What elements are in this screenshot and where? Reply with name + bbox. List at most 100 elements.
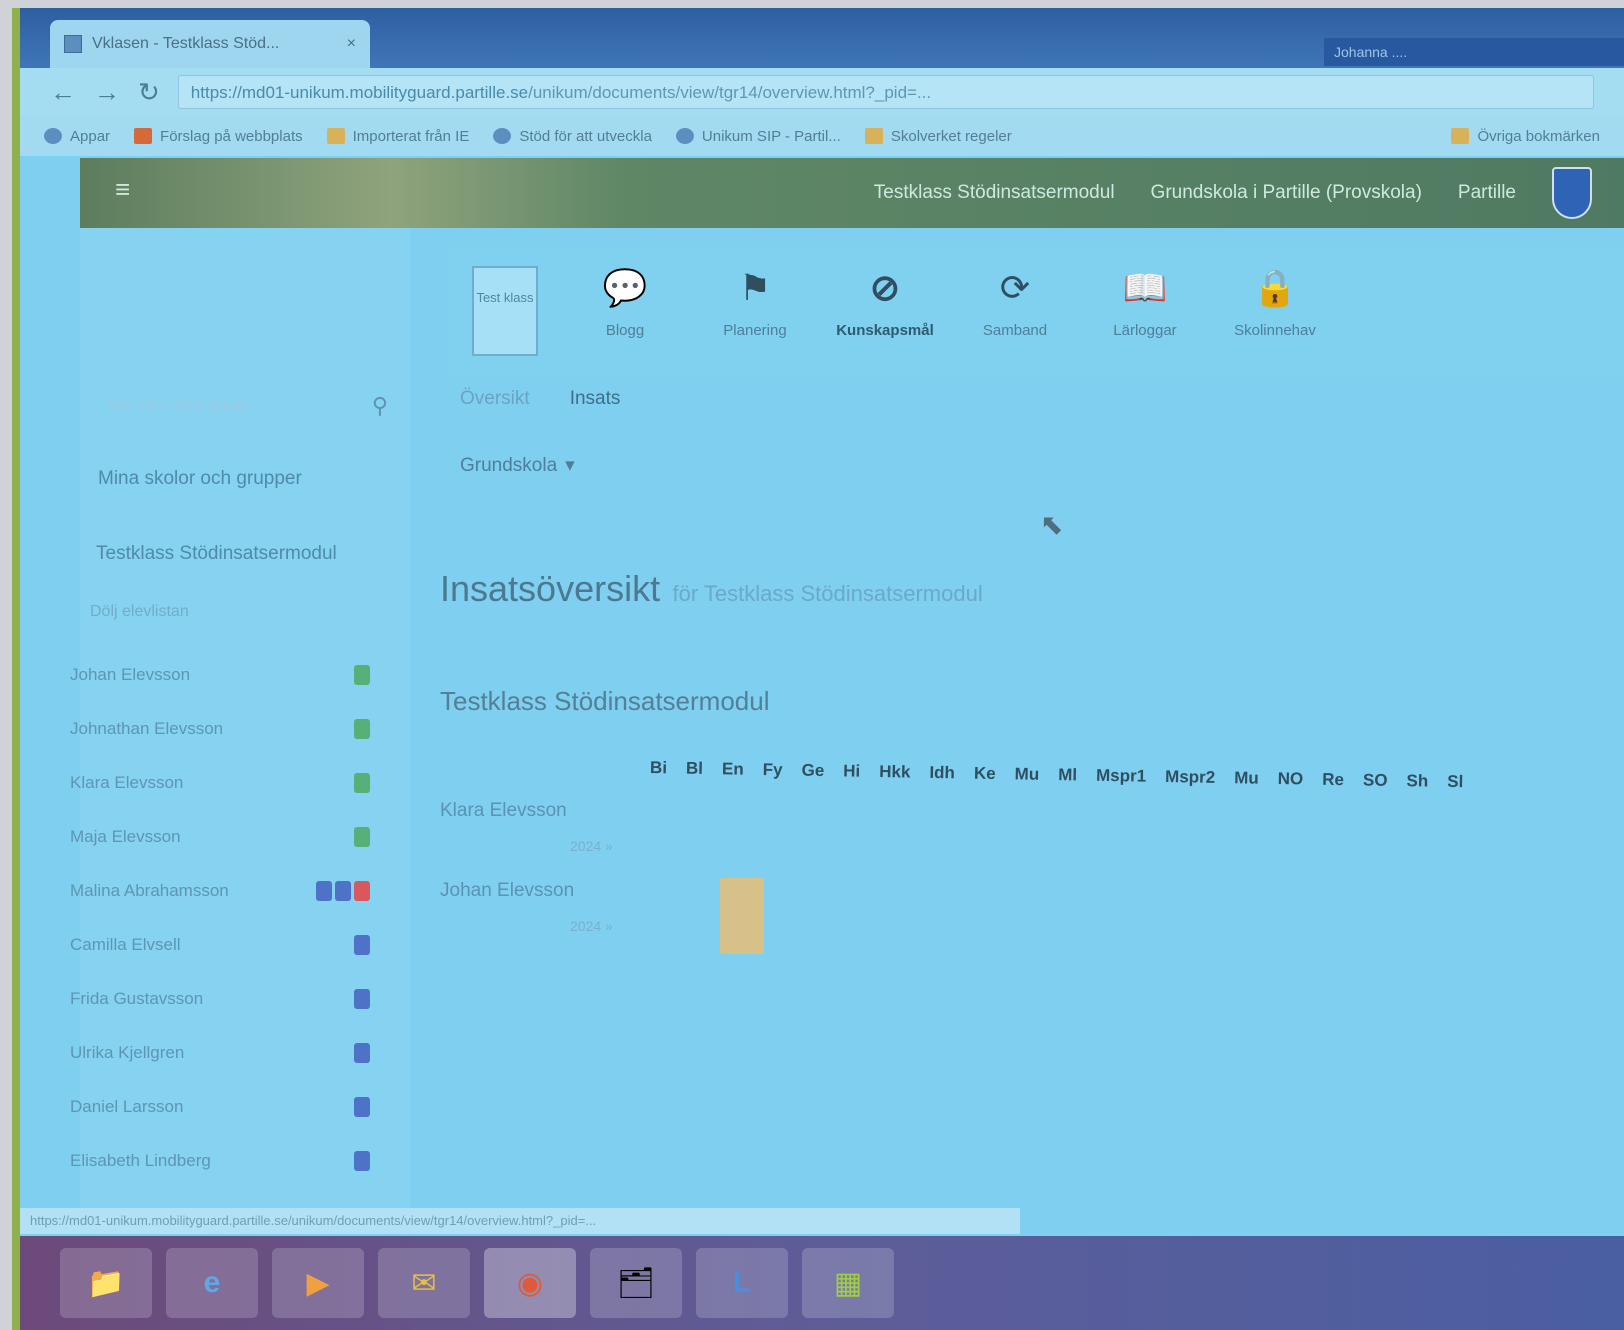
student-item[interactable]: Klara Elevsson [70,756,370,810]
url-host: https://md01-unikum.mobilityguard.partil… [190,83,529,102]
close-tab-icon[interactable]: × [347,35,356,53]
bookmark-apps[interactable]: Appar [44,128,110,145]
insats-marker[interactable] [720,878,764,954]
bookmark-label: Förslag på webbplats [160,127,303,145]
no-entry-icon: ⊘ [869,267,901,308]
subject-heading: Idh [929,762,956,783]
status-badges [354,665,370,685]
student-name: Camilla Elvsell [70,935,181,954]
link-icon [493,128,512,144]
status-badge [354,665,370,685]
bookmark-label: Appar [70,127,111,145]
status-badges [354,773,370,793]
header-municipality[interactable]: Partille [1458,182,1516,204]
class-title: Testklass Stödinsatsermodul [440,686,770,716]
toolbar-larloggar[interactable]: 📖 Lärloggar [1080,248,1210,368]
subject-heading: Hkk [879,762,911,782]
search-input[interactable]: Sök elev eller grupp [108,397,249,415]
bookmark-suggested[interactable]: Förslag på webbplats [134,128,303,145]
toolbar-label: Blogg [605,322,645,339]
browser-tab[interactable]: Vklasen - Testklass Stöd... × [50,20,370,68]
student-item[interactable]: Ulrika Kjellgren [70,1026,370,1080]
bookmark-imported[interactable]: Importerat från IE [326,128,469,145]
url-input[interactable]: https://md01-unikum.mobilityguard.partil… [177,75,1594,109]
school-form-dropdown[interactable]: Grundskola ▾ [460,454,575,477]
row-student-name[interactable]: Klara Elevsson [440,800,567,822]
status-badges [354,1043,370,1063]
my-schools-link[interactable]: Mina skolor och grupper [98,468,302,490]
student-item[interactable]: Daniel Larsson [70,1080,370,1134]
url-path: /unikum/documents/view/tgr14/overview.ht… [528,83,932,102]
toolbar-skolinnehav[interactable]: 🔒 Skolinnehav [1210,248,1340,368]
toolbar-blogg[interactable]: 💬 Blogg [560,248,690,368]
dropdown-value: Grundskola [460,454,558,476]
bookmark-skolverket[interactable]: Skolverket regeler [864,127,1012,145]
explorer-icon[interactable]: 🗂 [590,1248,682,1318]
apps-icon [44,128,62,144]
tab-oversikt[interactable]: Översikt [460,388,530,410]
student-item[interactable]: Elisabeth Lindberg [70,1134,370,1188]
subject-heading: Mu [1234,768,1259,788]
student-name: Maja Elevsson [70,827,181,846]
search-icon[interactable]: ⚲ [372,393,388,419]
row-year-link[interactable]: 2024 » [570,838,613,854]
refresh-icon: ⟳ [999,267,1031,308]
windows-taskbar: 📁 e ▶ ✉ ◉ 🗂 L ▦ [20,1236,1624,1330]
header-class-name[interactable]: Testklass Stödinsatsermodul [874,182,1115,204]
back-icon[interactable]: ← [50,77,76,108]
status-badges [316,881,370,901]
student-item[interactable]: Johan Elevsson [70,648,370,702]
subject-heading: Fy [762,759,783,780]
search-field[interactable]: Sök elev eller grupp ⚲ [108,388,388,424]
reload-icon[interactable]: ↻ [138,77,160,108]
book-icon: 📖 [1122,267,1168,308]
bookmark-unikum-sip[interactable]: Unikum SIP - Partil... [675,127,841,145]
calendar-icon[interactable]: ▦ [802,1248,894,1318]
toolbar-planering[interactable]: ⚑ Planering [690,248,820,368]
toolbar-label: Kunskapsmål [836,322,934,339]
hide-students-link[interactable]: Dölj elevlistan [90,603,189,621]
bookmark-label: Stöd för att utveckla [519,127,652,145]
forward-icon[interactable]: → [94,77,120,108]
toolbar-kunskapsmal[interactable]: ⊘ Kunskapsmål [820,248,950,368]
bookmark-other[interactable]: Övriga bokmärken [1451,128,1600,145]
tab-title: Vklasen - Testklass Stöd... [92,35,280,52]
content-tabs: Översikt Insats [460,388,1624,410]
status-badges [354,719,370,739]
student-item[interactable]: Camilla Elvsell [70,918,370,972]
student-name: Elisabeth Lindberg [70,1151,211,1170]
row-year-link[interactable]: 2024 » [570,918,613,934]
student-item[interactable]: Malina Abrahamsson [70,864,370,918]
subject-heading: Sh [1406,771,1429,791]
file-explorer-icon[interactable]: 📁 [60,1248,152,1318]
bookmark-label: Skolverket regeler [890,127,1012,145]
subject-heading: Bi [649,758,668,778]
student-name: Daniel Larsson [70,1097,184,1116]
status-badge [354,935,370,955]
subject-heading: NO [1277,768,1304,789]
mouse-cursor-icon: ⬉ [1040,509,1064,540]
tab-insats[interactable]: Insats [570,388,621,410]
status-badge [354,1043,370,1063]
bookmark-label: Unikum SIP - Partil... [701,127,841,145]
address-bar: ← → ↻ https://md01-unikum.mobilityguard.… [20,68,1624,116]
hamburger-icon[interactable]: ≡ [115,176,139,202]
row-student-name[interactable]: Johan Elevsson [440,880,574,902]
toolbar-samband[interactable]: ⟳ Samband [950,248,1080,368]
bookmark-label: Övriga bokmärken [1477,127,1600,145]
outlook-icon[interactable]: ✉ [378,1248,470,1318]
toolbar-class-card[interactable]: Test klass [450,248,560,368]
class-link[interactable]: Testklass Stödinsatsermodul [96,543,337,565]
chrome-icon[interactable]: ◉ [484,1248,576,1318]
lync-icon[interactable]: L [696,1248,788,1318]
bookmark-stod[interactable]: Stöd för att utveckla [493,128,652,145]
student-item[interactable]: Frida Gustavsson [70,972,370,1026]
toolbar-label: Lärloggar [1113,322,1177,339]
student-item[interactable]: Johnathan Elevsson [70,702,370,756]
internet-explorer-icon[interactable]: e [166,1248,258,1318]
folder-icon [326,128,345,144]
header-school[interactable]: Grundskola i Partille (Provskola) [1151,182,1422,204]
status-badge [335,881,351,901]
media-player-icon[interactable]: ▶ [272,1248,364,1318]
student-item[interactable]: Maja Elevsson [70,810,370,864]
